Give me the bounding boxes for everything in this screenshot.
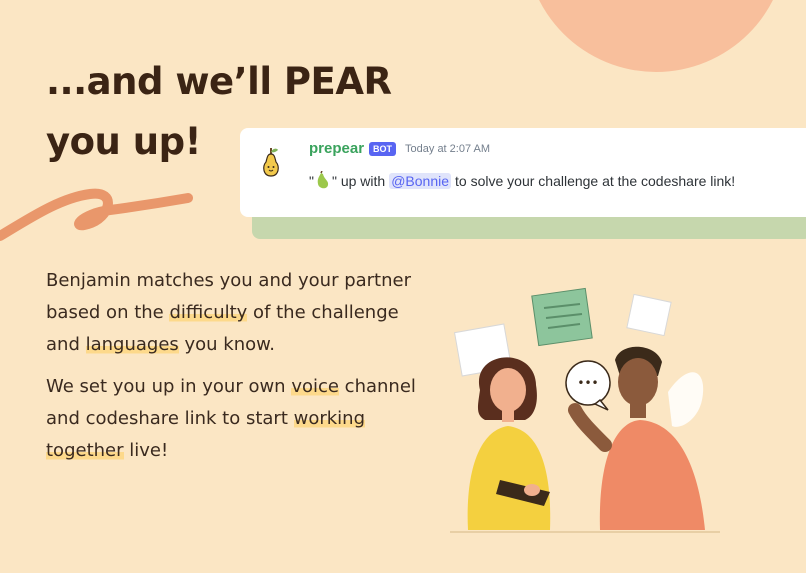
highlight-voice: voice <box>291 376 339 397</box>
quote-open: " <box>309 173 314 189</box>
description: Benjamin matches you and your partner ba… <box>46 265 426 477</box>
pear-emoji-icon <box>317 171 329 189</box>
highlight-difficulty: difficulty <box>169 302 248 323</box>
message-rest: to solve your challenge at the codeshare… <box>455 173 736 189</box>
p1-text-3: you know. <box>178 334 275 355</box>
bot-username[interactable]: prepear <box>309 140 364 157</box>
pear-icon <box>263 148 279 177</box>
message-timestamp: Today at 2:07 AM <box>405 142 491 155</box>
p2-text-1: We set you up in your own <box>46 376 292 397</box>
message-text: " " up with @Bonnie to solve your challe… <box>309 171 735 191</box>
quote-close: " up with <box>331 173 386 189</box>
p2-text-3: live! <box>123 440 169 461</box>
highlight-languages: languages <box>85 334 179 355</box>
decorative-circle <box>525 0 787 72</box>
user-mention[interactable]: @Bonnie <box>389 173 452 189</box>
speech-bubble-dots: ••• <box>577 376 598 390</box>
message-meta: prepear BOT Today at 2:07 AM <box>309 140 490 157</box>
speech-bubble-icon: ••• <box>565 360 611 411</box>
bot-message-card: prepear BOT Today at 2:07 AM " " up with… <box>240 128 806 217</box>
headline-line-1: ...and we’ll PEAR <box>46 60 392 103</box>
squiggle-decoration <box>0 188 193 241</box>
pair-programming-illustration: ••• <box>450 287 720 533</box>
bot-badge: BOT <box>369 141 397 156</box>
paragraph-setup: We set you up in your own voice channel … <box>46 371 426 467</box>
woman-figure <box>467 357 551 530</box>
paragraph-matching: Benjamin matches you and your partner ba… <box>46 265 426 361</box>
